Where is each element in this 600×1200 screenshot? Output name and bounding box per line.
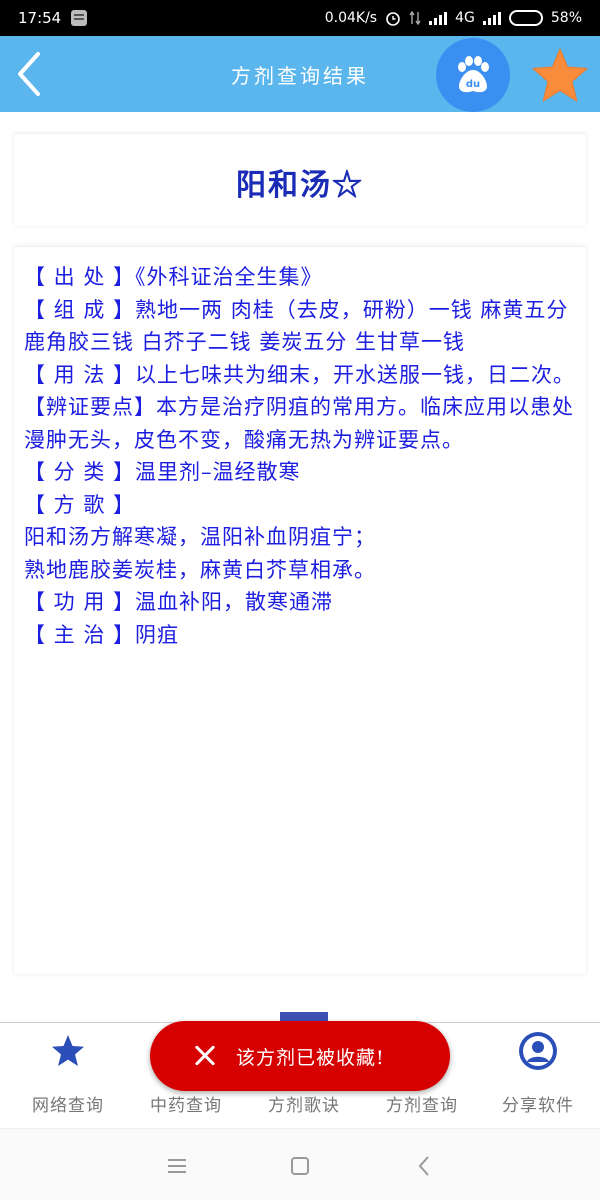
title-bar: 方剂查询结果 du [0, 36, 600, 112]
detail-line-song-heading: 【 方 歌 】 [24, 492, 136, 517]
star-icon [52, 1035, 84, 1066]
detail-line-key-points: 【辨证要点】本方是治疗阴疽的常用方。临床应用以患处漫肿无头，皮色不变，酸痛无热为… [24, 395, 574, 452]
close-icon[interactable] [194, 1045, 216, 1067]
formula-title-card: 阳和汤☆ [14, 133, 586, 226]
status-time: 17:54 [18, 9, 62, 27]
system-nav-bar [0, 1128, 600, 1200]
detail-line-category: 【 分 类 】温里剂–温经散寒 [24, 460, 301, 484]
alarm-icon [386, 12, 400, 26]
detail-line-function: 【 功 用 】温血补阳，散寒通滞 [24, 590, 334, 614]
formula-detail-card: 【 出 处 】《外科证治全生集》 【 组 成 】熟地一两 肉桂（去皮，研粉）一钱… [14, 246, 586, 974]
nav-label: 网络查询 [32, 1096, 104, 1116]
formula-detail-text: 【 出 处 】《外科证治全生集》 【 组 成 】熟地一两 肉桂（去皮，研粉）一钱… [24, 261, 584, 651]
home-icon[interactable] [285, 1151, 315, 1181]
detail-line-source: 【 出 处 】《外科证治全生集》 [24, 265, 323, 289]
user-icon [519, 1032, 557, 1070]
nav-item-network-search[interactable]: 网络查询 [8, 1023, 128, 1129]
favorite-toast: 该方剂已被收藏! [150, 1021, 450, 1091]
baidu-button[interactable]: du [436, 38, 510, 112]
nav-label: 中药查询 [150, 1096, 222, 1116]
toast-message: 该方剂已被收藏! [236, 1046, 385, 1069]
detail-line-song-1: 阳和汤方解寒凝，温阳补血阴疽宁； [24, 525, 376, 549]
nav-label: 方剂查询 [386, 1096, 458, 1116]
favorite-star-icon[interactable] [530, 46, 590, 104]
detail-line-usage: 【 用 法 】以上七味共为细末，开水送服一钱，日二次。 [24, 362, 576, 387]
detail-line-indication: 【 主 治 】阴疽 [24, 622, 180, 647]
nav-label: 方剂歌诀 [268, 1096, 340, 1116]
back-icon[interactable] [410, 1151, 440, 1181]
battery-icon [508, 10, 543, 26]
data-arrows-icon [409, 10, 421, 26]
status-right: 0.04K/s 4G 58% [325, 10, 582, 26]
signal-icon-2 [482, 11, 501, 25]
detail-line-composition: 【 组 成 】熟地一两 肉桂（去皮，研粉）一钱 麻黄五分 鹿角胶三钱 白芥子二钱… [24, 297, 569, 355]
svg-text:du: du [466, 79, 480, 90]
notification-app-icon [71, 10, 88, 26]
page-title: 方剂查询结果 [231, 64, 369, 88]
nav-item-share-app[interactable]: 分享软件 [478, 1023, 598, 1129]
signal-icon [429, 11, 448, 25]
detail-line-song-2: 熟地鹿胶姜炭桂，麻黄白芥草相承。 [24, 557, 376, 582]
status-bar: 17:54 0.04K/s 4G 58% [0, 0, 600, 36]
network-speed: 0.04K/s [324, 10, 378, 26]
status-left: 17:54 [18, 9, 88, 27]
formula-name: 阳和汤☆ [236, 168, 364, 203]
network-type: 4G [455, 10, 475, 26]
menu-icon[interactable] [162, 1151, 192, 1181]
nav-label: 分享软件 [502, 1096, 574, 1116]
baidu-paw-icon: du [458, 56, 489, 93]
battery-percent: 58% [550, 10, 582, 26]
